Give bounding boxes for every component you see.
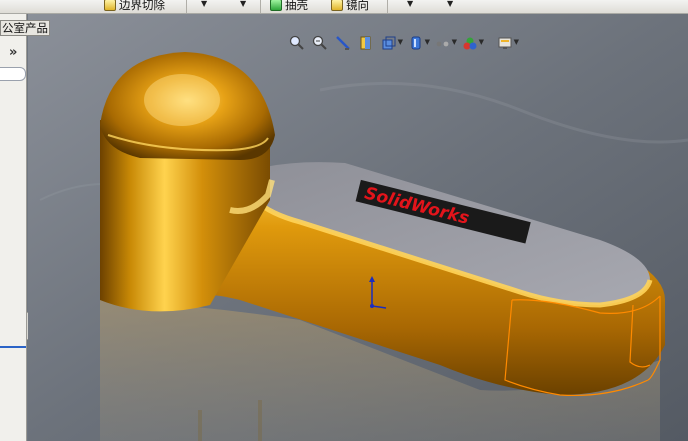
previous-view-icon[interactable]	[335, 35, 351, 51]
zoom-to-fit-icon[interactable]	[289, 35, 305, 51]
office-products-tab[interactable]: 公室产品	[0, 20, 50, 36]
chevron-down-icon[interactable]: ▼	[240, 0, 246, 8]
model-canvas[interactable]: SolidWorks	[28, 14, 688, 441]
boundary-cut-icon	[104, 0, 116, 11]
boundary-cut-label: 边界切除	[119, 0, 165, 12]
panel-divider	[0, 346, 26, 348]
boundary-cut-button[interactable]: 边界切除	[104, 0, 165, 13]
shell-icon	[270, 0, 282, 11]
graphics-viewport[interactable]: SolidWorks ▼ ▼ ▼ ▼ ▼	[28, 14, 688, 441]
chevron-down-icon[interactable]: ▼	[447, 0, 453, 8]
expand-panel-icon[interactable]: »	[9, 45, 17, 60]
zoom-to-area-icon[interactable]	[312, 35, 328, 51]
panel-filter-field[interactable]	[0, 67, 26, 81]
toolbar-separator	[260, 0, 261, 13]
heads-up-view-toolbar: ▼ ▼ ▼ ▼ ▼	[289, 33, 520, 53]
toolbar-separator	[387, 0, 388, 13]
chevron-down-icon[interactable]: ▼	[201, 0, 207, 8]
toolbar-separator	[186, 0, 187, 13]
mirror-label: 镜向	[346, 0, 369, 12]
display-style-icon[interactable]: ▼	[408, 35, 430, 51]
section-view-icon[interactable]	[358, 35, 374, 51]
feature-manager-panel: »	[0, 14, 27, 441]
chevron-down-icon[interactable]: ▼	[407, 0, 413, 8]
shell-button[interactable]: 抽壳	[270, 0, 308, 13]
edit-appearance-icon[interactable]: ▼	[462, 35, 484, 51]
command-toolbar: 边界切除 ▼ ▼ 抽壳 镜向 ▼ ▼	[0, 0, 688, 14]
view-settings-icon[interactable]: ▼	[497, 35, 519, 51]
shell-label: 抽壳	[285, 0, 308, 12]
mirror-icon	[331, 0, 343, 11]
hide-show-items-icon[interactable]: ▼	[435, 35, 457, 51]
view-orientation-icon[interactable]: ▼	[381, 35, 403, 51]
mirror-button[interactable]: 镜向	[331, 0, 369, 13]
